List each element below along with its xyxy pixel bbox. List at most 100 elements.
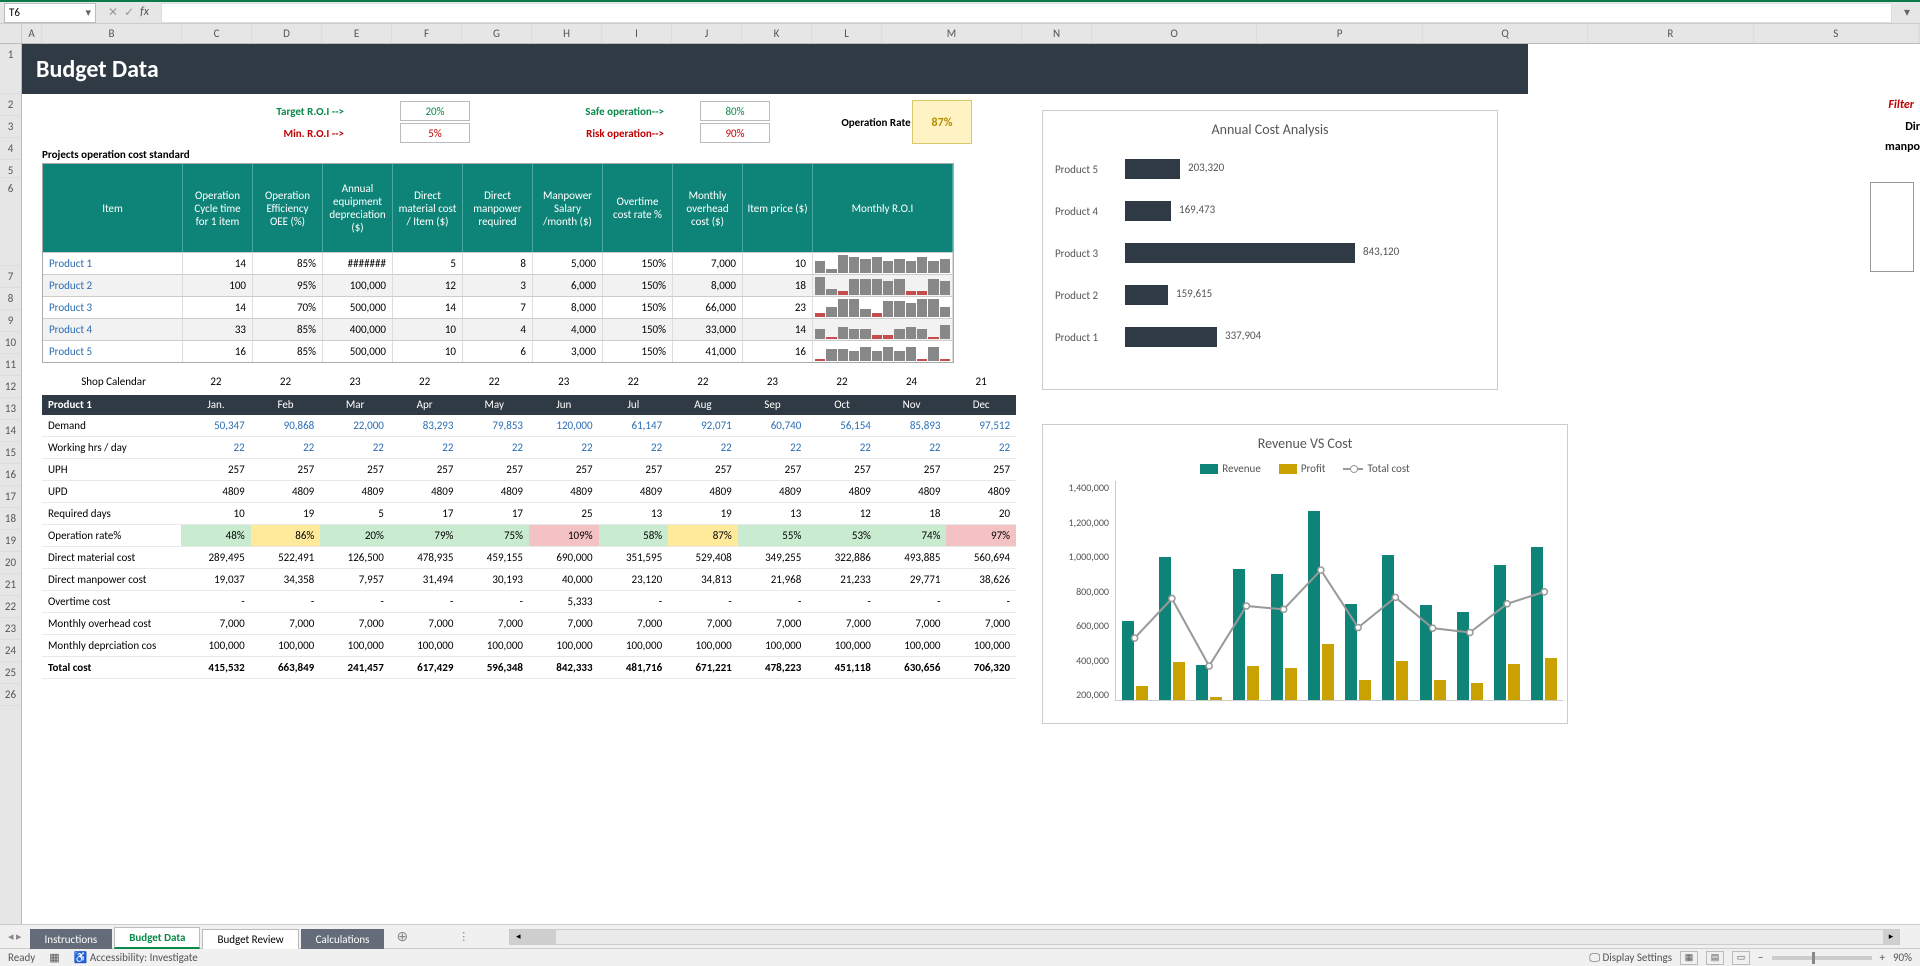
p1-cell[interactable]: 13 (738, 503, 808, 524)
p1-cell[interactable]: 257 (946, 459, 1016, 480)
p1-cell[interactable]: 22 (668, 437, 738, 458)
p1-cell[interactable]: 7,000 (738, 613, 808, 634)
p1-cell[interactable]: 30,193 (459, 569, 529, 590)
cost-cell[interactable]: 10 (393, 319, 463, 340)
cost-cell[interactable]: 41,000 (673, 341, 743, 362)
p1-cell[interactable]: 85,893 (877, 415, 947, 436)
cost-cell[interactable]: 12 (393, 275, 463, 296)
p1-cell[interactable]: 100,000 (181, 635, 251, 656)
p1-cell[interactable]: 351,595 (599, 547, 669, 568)
cost-cell[interactable]: 10 (393, 341, 463, 362)
p1-cell[interactable]: 60,740 (738, 415, 808, 436)
cost-cell[interactable]: 500,000 (323, 297, 393, 318)
p1-cell[interactable]: 22 (877, 437, 947, 458)
col-P[interactable]: P (1257, 24, 1422, 43)
p1-cell[interactable]: 415,532 (181, 657, 251, 678)
cost-cell[interactable]: 14 (393, 297, 463, 318)
p1-cell[interactable]: 74% (877, 525, 947, 546)
cost-cell[interactable]: 85% (253, 319, 323, 340)
p1-cell[interactable]: - (181, 591, 251, 612)
p1-cell[interactable]: 7,000 (181, 613, 251, 634)
p1-cell[interactable]: 22 (807, 437, 877, 458)
p1-cell[interactable]: 100,000 (668, 635, 738, 656)
p1-cell[interactable]: 7,000 (459, 613, 529, 634)
p1-cell[interactable]: 100,000 (390, 635, 460, 656)
cost-row[interactable]: Product 51685%500,0001063,000150%41,0001… (43, 340, 953, 362)
p1-cell[interactable]: 459,155 (459, 547, 529, 568)
p1-cell[interactable]: 61,147 (599, 415, 669, 436)
row-22[interactable]: 22 (0, 596, 21, 618)
name-box[interactable]: T6 ▾ (4, 3, 96, 23)
p1-cell[interactable]: 22 (181, 437, 251, 458)
p1-cell[interactable]: 22 (599, 437, 669, 458)
cost-cell[interactable]: 100,000 (323, 275, 393, 296)
scroll-thumb[interactable] (526, 930, 556, 944)
cost-cell[interactable]: 10 (743, 253, 813, 274)
p1-cell[interactable]: 529,408 (668, 547, 738, 568)
row-15[interactable]: 15 (0, 442, 21, 464)
row-16[interactable]: 16 (0, 464, 21, 486)
cost-cell[interactable]: 18 (743, 275, 813, 296)
product-name[interactable]: Product 3 (43, 297, 183, 318)
row-6[interactable]: 6 (0, 178, 21, 266)
cost-cell[interactable]: 4 (463, 319, 533, 340)
p1-cell[interactable]: 257 (807, 459, 877, 480)
p1-cell[interactable]: 7,000 (807, 613, 877, 634)
cost-cell[interactable]: 14 (183, 253, 253, 274)
cost-cell[interactable]: 70% (253, 297, 323, 318)
row-25[interactable]: 25 (0, 662, 21, 684)
col-J[interactable]: J (672, 24, 742, 43)
p1-cell[interactable]: 23,120 (599, 569, 669, 590)
row-21[interactable]: 21 (0, 574, 21, 596)
p1-cell[interactable]: - (946, 591, 1016, 612)
p1-cell[interactable]: 34,358 (251, 569, 321, 590)
row-23[interactable]: 23 (0, 618, 21, 640)
cost-cell[interactable]: 8,000 (673, 275, 743, 296)
p1-cell[interactable]: 100,000 (320, 635, 390, 656)
cost-cell[interactable]: 16 (183, 341, 253, 362)
normal-view-button[interactable]: ▦ (1680, 951, 1698, 965)
min-roi-value[interactable]: 5% (400, 123, 470, 143)
select-all-corner[interactable] (0, 24, 22, 43)
p1-cell[interactable]: 478,223 (738, 657, 808, 678)
revenue-cost-chart[interactable]: Revenue VS Cost Revenue Profit Total cos… (1042, 424, 1568, 724)
p1-cell[interactable]: 56,154 (807, 415, 877, 436)
p1-cell[interactable]: 257 (738, 459, 808, 480)
p1-data-row[interactable]: Operation rate%48%86%20%79%75%109%58%87%… (42, 525, 1016, 547)
p1-cell[interactable]: 40,000 (529, 569, 599, 590)
row-9[interactable]: 9 (0, 310, 21, 332)
p1-cell[interactable]: 120,000 (529, 415, 599, 436)
p1-cell[interactable]: 481,716 (599, 657, 669, 678)
p1-cell[interactable]: 19 (251, 503, 321, 524)
p1-cell[interactable]: 7,000 (877, 613, 947, 634)
col-H[interactable]: H (532, 24, 602, 43)
formula-expand-icon[interactable]: ▾ (1898, 5, 1916, 20)
p1-cell[interactable]: 17 (459, 503, 529, 524)
row-18[interactable]: 18 (0, 508, 21, 530)
cost-cell[interactable]: 7 (463, 297, 533, 318)
p1-cell[interactable]: 18 (877, 503, 947, 524)
p1-cell[interactable]: 50,347 (181, 415, 251, 436)
tab-nav[interactable]: ◂ ▸ (0, 930, 30, 943)
cost-cell[interactable]: 150% (603, 297, 673, 318)
p1-cell[interactable]: 4809 (807, 481, 877, 502)
cost-cell[interactable]: 3,000 (533, 341, 603, 362)
p1-cell[interactable]: 690,000 (529, 547, 599, 568)
cost-row[interactable]: Product 11485%#######585,000150%7,00010 (43, 252, 953, 274)
p1-cell[interactable]: 20 (946, 503, 1016, 524)
cost-cell[interactable]: 5 (393, 253, 463, 274)
cost-cell[interactable]: 150% (603, 275, 673, 296)
p1-cell[interactable]: 257 (459, 459, 529, 480)
p1-cell[interactable]: 100,000 (599, 635, 669, 656)
col-K[interactable]: K (742, 24, 812, 43)
cost-cell[interactable]: 150% (603, 253, 673, 274)
p1-cell[interactable]: 663,849 (251, 657, 321, 678)
p1-cell[interactable]: 22,000 (320, 415, 390, 436)
p1-cell[interactable]: 7,000 (320, 613, 390, 634)
row-5[interactable]: 5 (0, 160, 21, 178)
p1-cell[interactable]: 322,886 (807, 547, 877, 568)
cost-cell[interactable]: 8 (463, 253, 533, 274)
cost-cell[interactable]: ####### (323, 253, 393, 274)
p1-cell[interactable]: 21,968 (738, 569, 808, 590)
col-D[interactable]: D (252, 24, 322, 43)
